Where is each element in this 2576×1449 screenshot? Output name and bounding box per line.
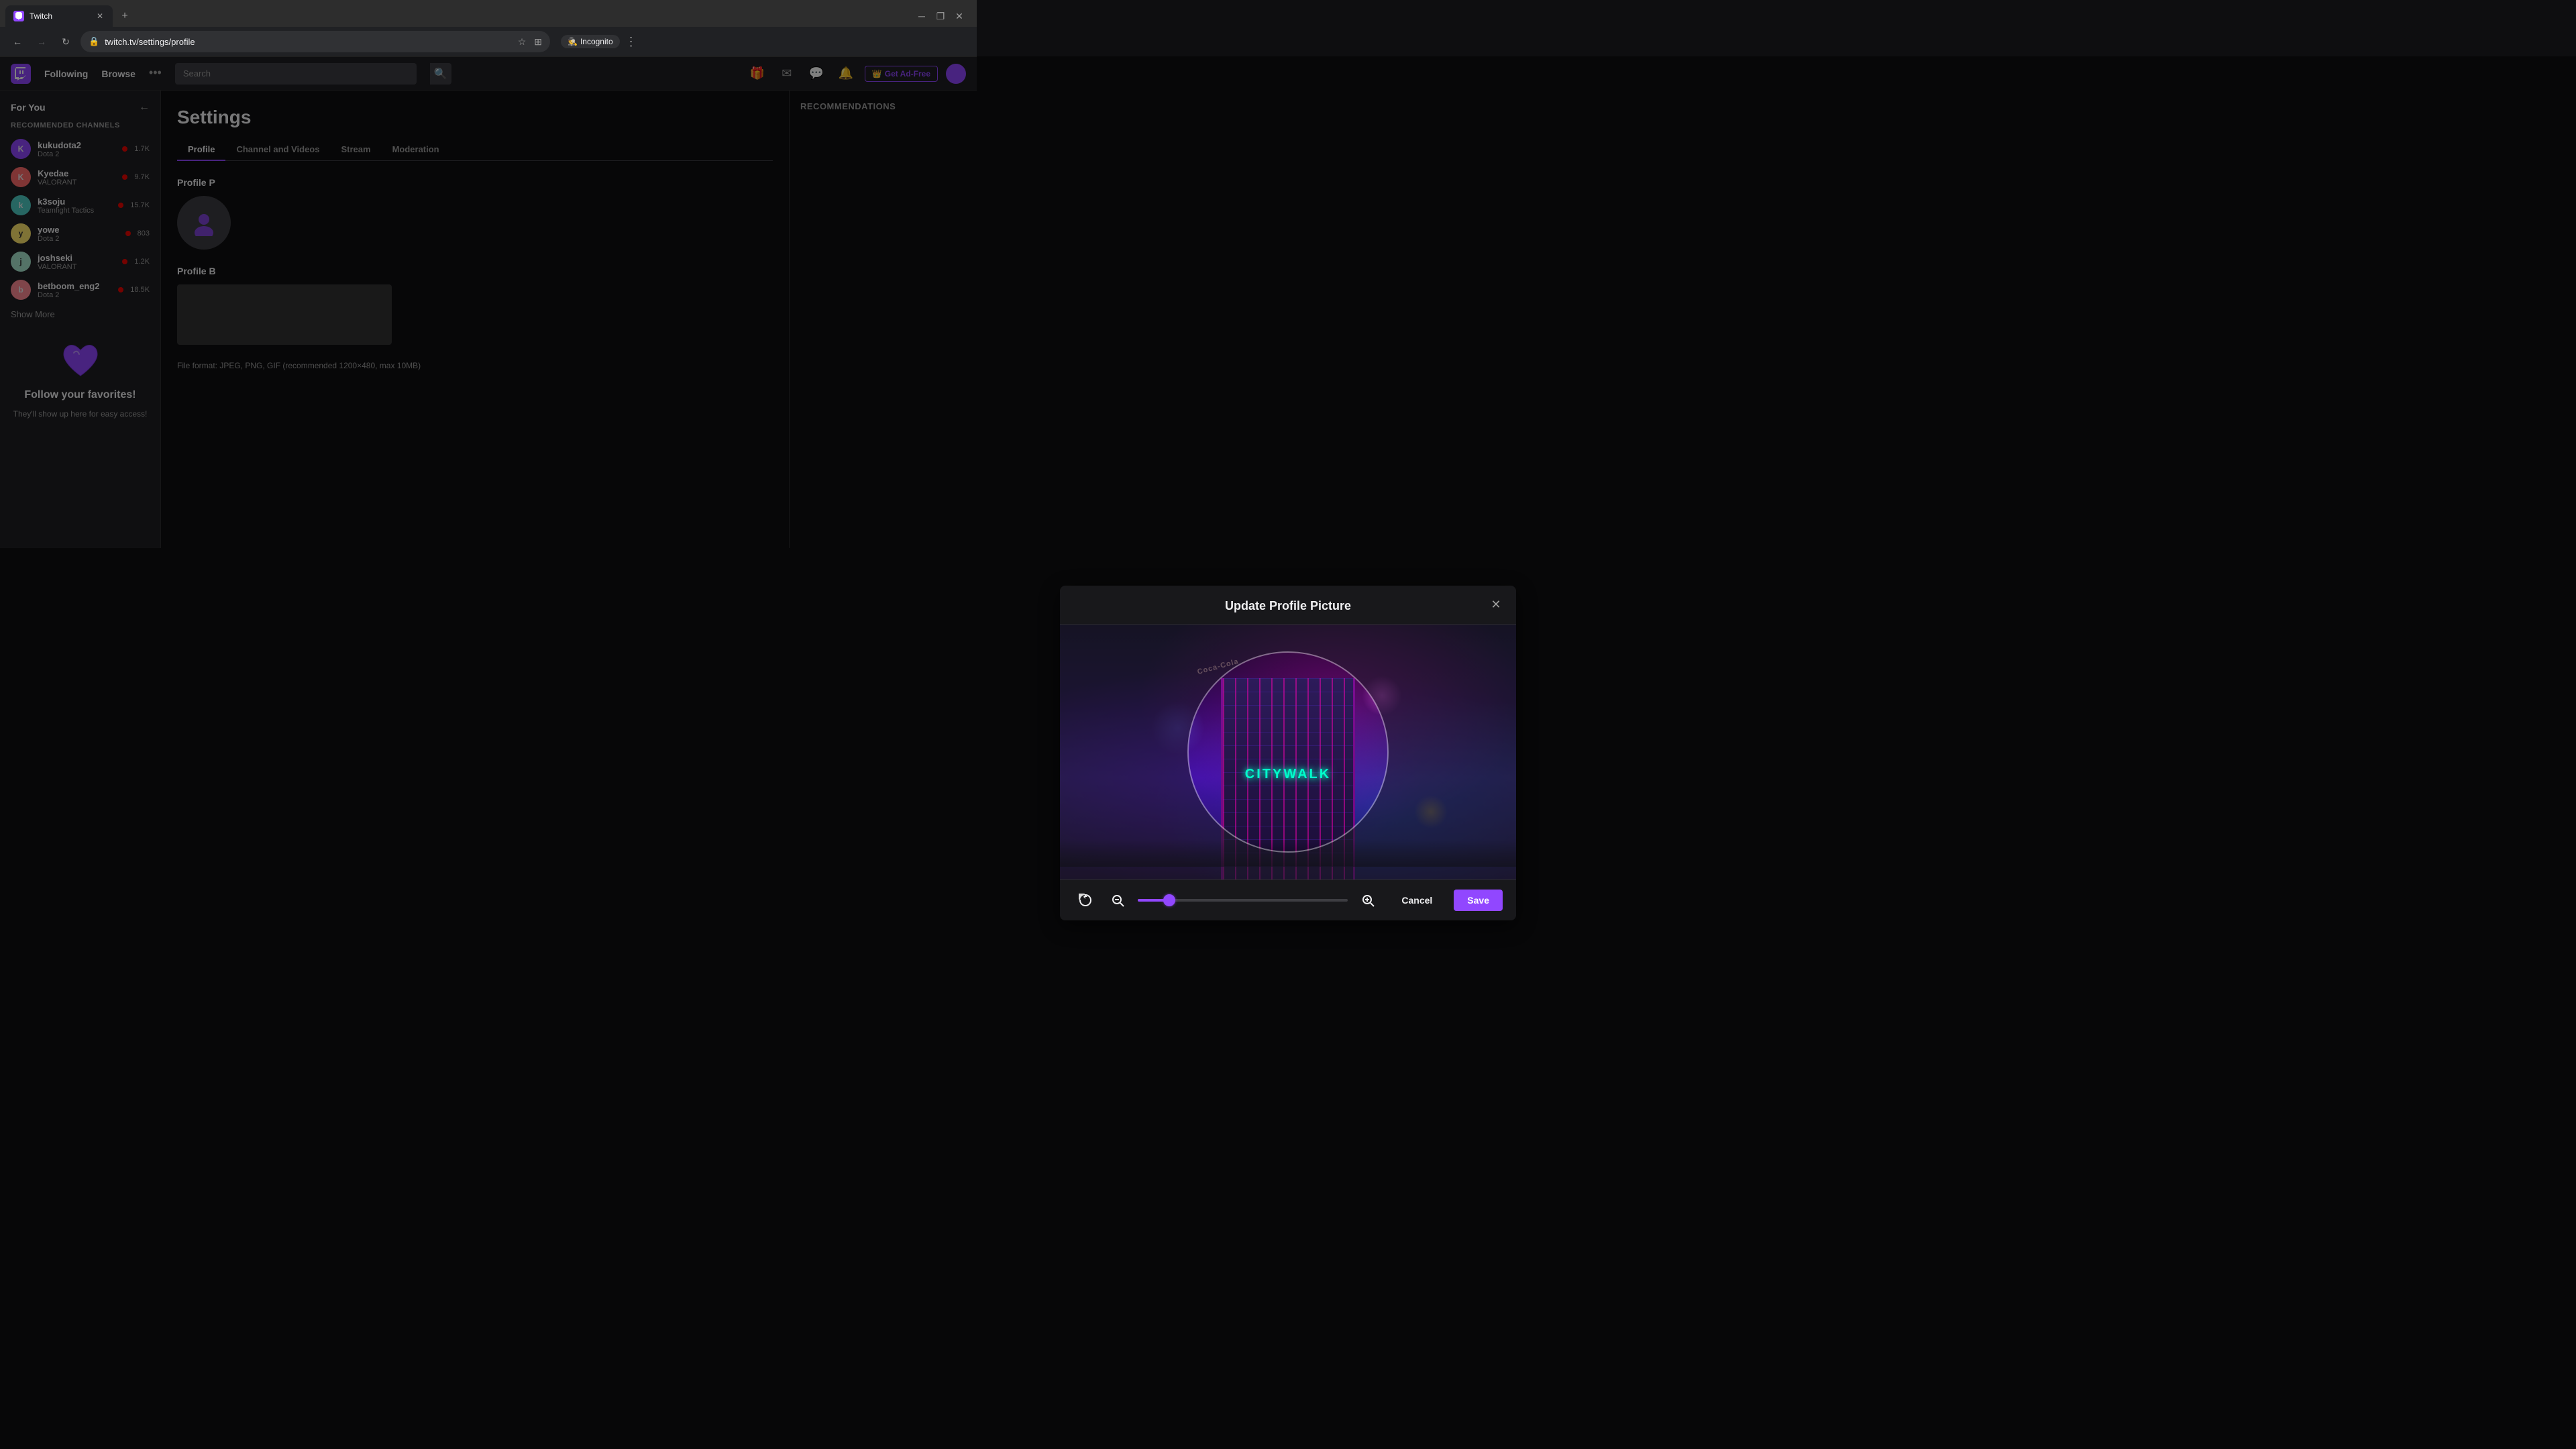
modal-close-button[interactable]: ✕ xyxy=(1487,595,1505,614)
lock-icon: 🔒 xyxy=(89,36,99,47)
maximize-button[interactable]: ❐ xyxy=(936,12,945,20)
extensions-icon[interactable]: ⊞ xyxy=(534,36,542,48)
rotate-button[interactable] xyxy=(1073,888,1097,912)
modal-controls: Cancel Save xyxy=(1060,879,1516,920)
zoom-out-button[interactable] xyxy=(1106,888,1130,912)
new-tab-button[interactable]: + xyxy=(115,7,134,25)
tab-bar: Twitch ✕ + ─ ❐ ✕ xyxy=(0,0,977,27)
tab-title: Twitch xyxy=(30,11,90,21)
address-bar-icons: ☆ ⊞ xyxy=(518,36,542,48)
address-bar[interactable]: 🔒 twitch.tv/settings/profile ☆ ⊞ xyxy=(80,31,550,52)
zoom-slider[interactable] xyxy=(1138,888,1348,912)
incognito-badge: 🕵 Incognito xyxy=(561,35,620,48)
browser-tab[interactable]: Twitch ✕ xyxy=(5,5,113,27)
modal-header: Update Profile Picture ✕ xyxy=(1060,586,1516,625)
modal-action-buttons: Cancel Save xyxy=(1388,890,1503,911)
minimize-button[interactable]: ─ xyxy=(918,12,926,20)
tab-favicon xyxy=(13,11,24,21)
reload-button[interactable]: ↻ xyxy=(56,32,75,51)
address-bar-row: ← → ↻ 🔒 twitch.tv/settings/profile ☆ ⊞ 🕵… xyxy=(0,27,977,56)
address-text: twitch.tv/settings/profile xyxy=(105,37,195,47)
cancel-button[interactable]: Cancel xyxy=(1388,890,1446,911)
window-controls: ─ ❐ ✕ xyxy=(918,12,971,20)
update-profile-picture-modal: Update Profile Picture ✕ Coca-Cola xyxy=(1060,586,1516,920)
browser-chrome: Twitch ✕ + ─ ❐ ✕ ← → ↻ 🔒 twitch.tv/setti… xyxy=(0,0,977,57)
image-crop-area[interactable]: Coca-Cola CITYWALK xyxy=(1060,625,1516,879)
modal-overlay: Update Profile Picture ✕ Coca-Cola xyxy=(0,56,2576,1449)
zoom-track xyxy=(1138,899,1348,902)
tab-close-button[interactable]: ✕ xyxy=(95,10,105,22)
bookmark-icon[interactable]: ☆ xyxy=(518,36,527,48)
zoom-thumb[interactable] xyxy=(1163,894,1175,906)
back-button[interactable]: ← xyxy=(8,32,27,51)
crop-mask-overlay xyxy=(1060,625,1516,879)
save-button[interactable]: Save xyxy=(1454,890,1503,911)
close-window-button[interactable]: ✕ xyxy=(955,12,963,20)
browser-right-controls: 🕵 Incognito ⋮ xyxy=(561,35,637,49)
image-container: Coca-Cola CITYWALK xyxy=(1060,625,1516,879)
zoom-in-button[interactable] xyxy=(1356,888,1380,912)
incognito-icon: 🕵 xyxy=(568,37,578,46)
forward-button[interactable]: → xyxy=(32,32,51,51)
modal-title: Update Profile Picture xyxy=(1225,599,1351,613)
citywalk-sign: CITYWALK xyxy=(1245,767,1331,782)
browser-menu-button[interactable]: ⋮ xyxy=(625,35,637,49)
